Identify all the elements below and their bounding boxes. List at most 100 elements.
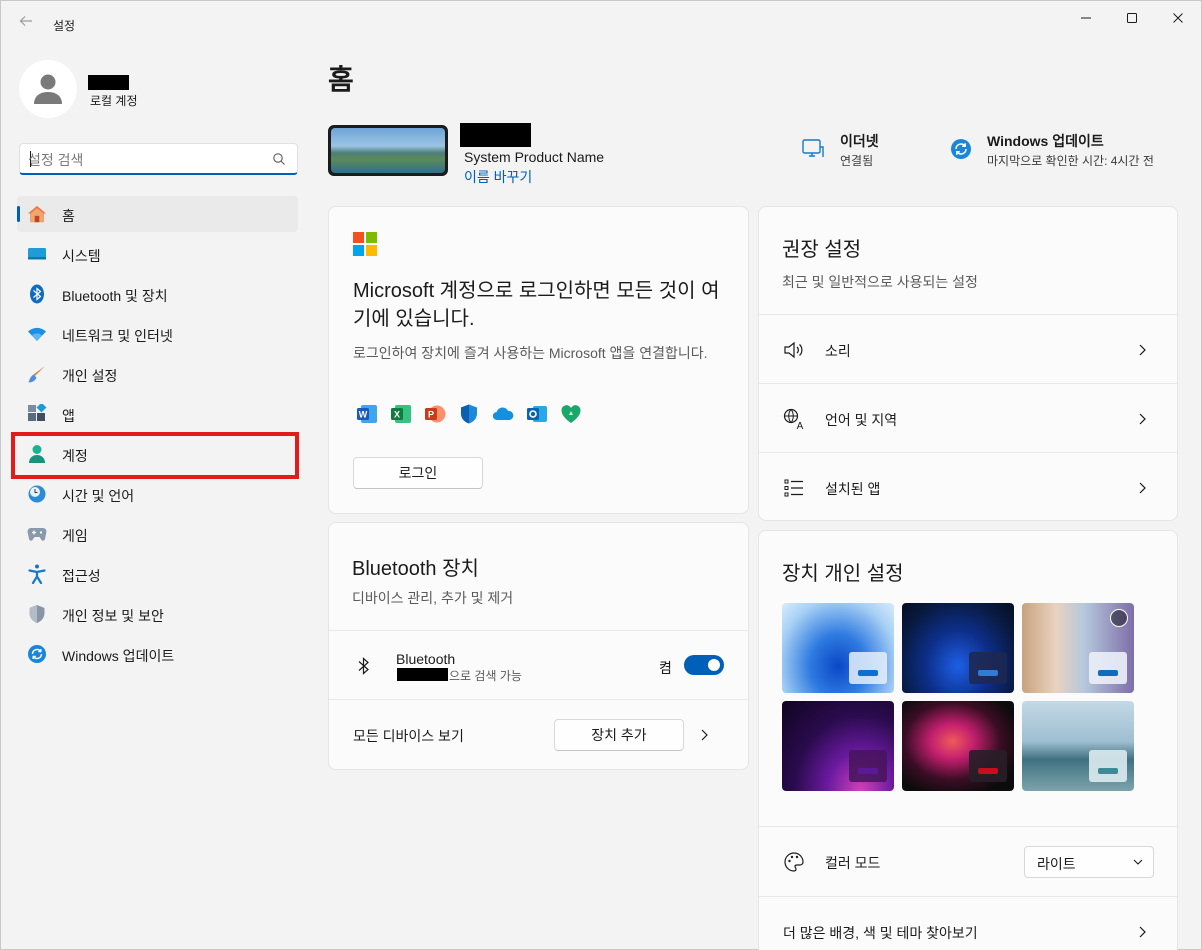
microsoft-logo-icon [353,232,377,256]
bluetooth-discoverable-status: 으로 검색 가능 [449,669,522,683]
sidebar-item-label: 시간 및 언어 [62,488,135,504]
divider [329,699,748,700]
chevron-right-icon [1139,344,1146,356]
sidebar-item-label: 계정 [62,448,88,464]
redacted-device-name [397,668,448,681]
sidebar-item-privacy[interactable]: 개인 정보 및 보안 [17,596,298,632]
defender-icon [461,404,477,424]
wifi-icon [27,324,47,344]
theme-thumbnail[interactable] [902,701,1014,791]
sidebar-item-windows-update[interactable]: Windows 업데이트 [17,636,298,672]
bluetooth-card-subtitle: 디바이스 관리, 추가 및 제거 [352,590,514,606]
network-status[interactable]: 이더넷 연결됨 [801,129,941,169]
shield-icon [27,604,47,624]
color-mode-select[interactable]: 라이트 [1024,846,1154,878]
svg-text:W: W [359,410,368,420]
sidebar-item-label: Bluetooth 및 장치 [62,288,168,304]
bluetooth-toggle[interactable] [684,655,724,675]
rename-device-link[interactable]: 이름 바꾸기 [464,167,532,187]
recommended-item-installed-apps[interactable]: 설치된 앱 [759,452,1177,520]
sidebar-item-label: 접근성 [62,568,101,584]
user-avatar-icon [34,74,62,104]
view-all-devices-link[interactable]: 모든 디바이스 보기 [353,726,464,746]
update-status[interactable]: Windows 업데이트 마지막으로 확인한 시간: 4시간 전 [949,129,1179,169]
speaker-icon [784,341,803,359]
recommended-item-label: 언어 및 지역 [825,412,898,428]
network-status-title: 이더넷 [840,133,879,149]
search-input[interactable] [28,150,258,170]
back-button[interactable] [13,11,39,31]
gamepad-icon [27,524,47,544]
device-model: System Product Name [464,149,605,165]
sidebar-item-gaming[interactable]: 게임 [17,516,298,552]
theme-thumbnail[interactable] [782,701,894,791]
chevron-right-icon [1139,482,1146,494]
recommended-item-sound[interactable]: 소리 [759,314,1177,383]
maximize-icon [1127,13,1137,23]
update-icon [951,139,971,159]
sidebar-item-apps[interactable]: 앱 [17,396,298,432]
sidebar-item-label: 앱 [62,408,75,424]
page-title: 홈 [328,64,354,95]
sidebar-item-accounts[interactable]: 계정 [17,436,298,472]
brush-icon [27,364,47,384]
recommended-subtitle: 최근 및 일반적으로 사용되는 설정 [782,274,978,290]
apps-icon [27,404,47,424]
family-safety-icon [561,405,581,423]
sidebar-item-home[interactable]: 홈 [17,196,298,232]
theme-selected-badge-icon [1110,609,1128,627]
login-button[interactable]: 로그인 [353,457,483,489]
sidebar-item-bluetooth[interactable]: Bluetooth 및 장치 [17,276,298,312]
update-status-sub: 마지막으로 확인한 시간: 4시간 전 [987,154,1154,168]
maximize-button[interactable] [1109,1,1155,35]
avatar[interactable] [19,60,77,118]
chevron-right-icon[interactable] [699,728,709,742]
minimize-button[interactable] [1063,1,1109,35]
chevron-down-icon [1133,859,1143,865]
theme-thumbnail[interactable] [1022,701,1134,791]
sidebar-item-system[interactable]: 시스템 [17,236,298,272]
toggle-state-label: 켬 [659,660,672,676]
account-type-label: 로컬 계정 [90,94,138,108]
svg-text:P: P [428,410,434,420]
palette-icon [784,852,804,872]
home-icon [27,204,47,224]
sidebar-item-time-language[interactable]: 시간 및 언어 [17,476,298,512]
sidebar-item-network[interactable]: 네트워크 및 인터넷 [17,316,298,352]
chevron-right-icon [1139,413,1146,425]
sidebar-item-accessibility[interactable]: 접근성 [17,556,298,592]
network-status-sub: 연결됨 [840,154,874,168]
bluetooth-card-title: Bluetooth 장치 [352,558,479,580]
close-icon [1173,13,1183,23]
personalization-title: 장치 개인 설정 [782,563,904,585]
sidebar-item-label: 개인 정보 및 보안 [62,608,164,624]
redacted-user-name [88,75,129,90]
settings-window: 설정 로컬 계정 홈 시스템 [0,0,1202,950]
time-language-icon [27,484,47,504]
ms-card-heading: Microsoft 계정으로 로그인하면 모든 것이 여기에 있습니다. [353,280,720,330]
back-arrow-icon [19,16,32,26]
bluetooth-card: Bluetooth 장치 디바이스 관리, 추가 및 제거 Bluetooth … [328,522,749,770]
microsoft-account-card: Microsoft 계정으로 로그인하면 모든 것이 여기에 있습니다. 로그인… [328,206,749,514]
language-icon: A [783,408,804,430]
chevron-right-icon [1139,926,1146,938]
search-icon[interactable] [272,152,286,166]
sidebar-item-label: 시스템 [62,248,101,264]
list-icon [784,479,803,497]
redacted-device-name [460,123,531,147]
onedrive-icon [492,407,514,421]
sidebar-item-personalization[interactable]: 개인 설정 [17,356,298,392]
recommended-item-language[interactable]: A 언어 및 지역 [759,383,1177,452]
theme-grid [782,603,1136,791]
theme-thumbnail[interactable] [1022,603,1134,693]
theme-thumbnail[interactable] [902,603,1014,693]
svg-text:A: A [797,421,804,430]
search-box[interactable] [19,143,298,175]
account-icon [27,444,47,464]
theme-thumbnail[interactable] [782,603,894,693]
more-themes-row[interactable]: 더 많은 배경, 색 및 테마 찾아보기 [759,896,1177,950]
close-button[interactable] [1155,1,1201,35]
add-device-button[interactable]: 장치 추가 [554,719,684,751]
toggle-knob [708,659,720,671]
color-mode-row: 컬러 모드 라이트 [759,826,1177,896]
